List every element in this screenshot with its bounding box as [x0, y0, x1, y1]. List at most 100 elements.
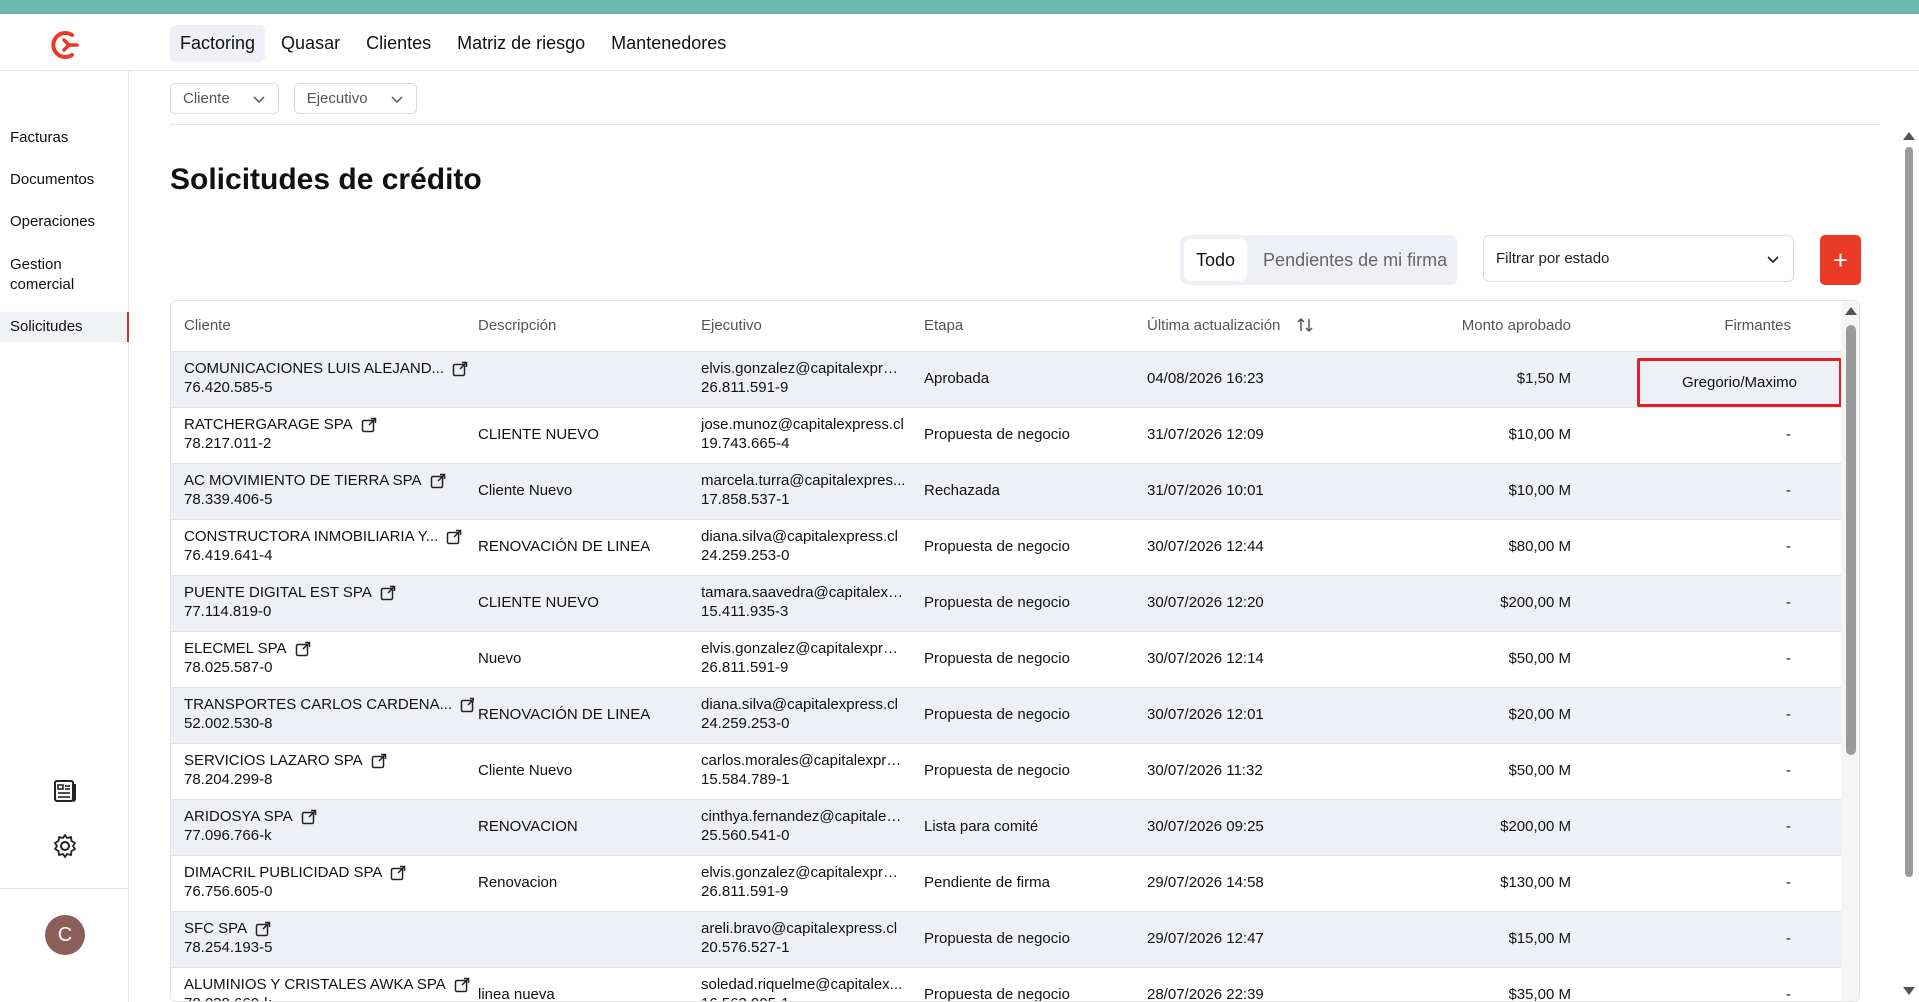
col-monto-aprobado[interactable]: Monto aprobado	[1371, 317, 1571, 334]
scroll-up-arrow[interactable]	[1845, 307, 1857, 315]
cliente-name[interactable]: SERVICIOS LAZARO SPA	[184, 752, 363, 769]
external-link-icon[interactable]	[361, 417, 377, 433]
tab-todo[interactable]: Todo	[1184, 239, 1248, 281]
cliente-name[interactable]: COMUNICACIONES LUIS ALEJAND...	[184, 360, 444, 377]
monto-cell: $1,50 M	[1516, 370, 1571, 387]
external-link-icon[interactable]	[380, 585, 396, 601]
col-firmantes[interactable]: Firmantes	[1641, 317, 1791, 334]
nav-quasar[interactable]: Quasar	[271, 25, 350, 62]
firmantes-cell: -	[1786, 482, 1791, 499]
table-row[interactable]: AC MOVIMIENTO DE TIERRA SPA 78.339.406-5 C…	[171, 463, 1841, 519]
state-filter-select[interactable]: Filtrar por estado	[1483, 235, 1794, 282]
page-scrollbar[interactable]	[1898, 125, 1919, 1002]
table-row[interactable]: CONSTRUCTORA INMOBILIARIA Y... 76.419.641…	[171, 519, 1841, 575]
scroll-down-arrow[interactable]	[1903, 987, 1915, 995]
external-link-icon[interactable]	[454, 977, 470, 993]
nav-mantenedores[interactable]: Mantenedores	[601, 25, 736, 62]
table-row[interactable]: SERVICIOS LAZARO SPA 78.204.299-8 Cliente …	[171, 743, 1841, 799]
col-cliente[interactable]: Cliente	[184, 317, 231, 334]
ejecutivo-rut: 26.811.591-9	[701, 883, 789, 900]
ejecutivo-filter[interactable]: Ejecutivo	[293, 83, 417, 114]
descripcion-cell: CLIENTE NUEVO	[478, 426, 599, 443]
scroll-up-arrow[interactable]	[1903, 132, 1915, 140]
col-etapa[interactable]: Etapa	[924, 317, 963, 334]
external-link-icon[interactable]	[255, 921, 271, 937]
table-scrollbar-thumb[interactable]	[1846, 325, 1856, 755]
external-link-icon[interactable]	[301, 809, 317, 825]
firmantes-highlight[interactable]: Gregorio/Maximo	[1637, 358, 1842, 407]
external-link-icon[interactable]	[430, 473, 446, 489]
cliente-cell: ELECMEL SPA 78.025.587-0	[184, 640, 474, 676]
descripcion-cell: linea nueva	[478, 986, 555, 1002]
fecha-cell: 28/07/2026 22:39	[1147, 986, 1264, 1002]
cliente-rut: 78.254.193-5	[184, 939, 273, 956]
sidebar-item-documentos[interactable]: Documentos	[10, 170, 94, 190]
cliente-name[interactable]: CONSTRUCTORA INMOBILIARIA Y...	[184, 528, 438, 545]
table-row[interactable]: DIMACRIL PUBLICIDAD SPA 76.756.605-0 Renov…	[171, 855, 1841, 911]
ejecutivo-rut: 26.811.591-9	[701, 659, 789, 676]
monto-cell: $15,00 M	[1508, 930, 1571, 947]
ejecutivo-cell: tamara.saavedra@capitalexp... 15.411.935-…	[701, 584, 906, 620]
monto-cell: $35,00 M	[1508, 986, 1571, 1002]
table-row[interactable]: SFC SPA 78.254.193-5 areli.bravo@capitalex…	[171, 911, 1841, 967]
sidebar-item-gestion-comercial[interactable]: Gestion comercial	[10, 255, 90, 295]
cliente-cell: COMUNICACIONES LUIS ALEJAND... 76.420.585…	[184, 360, 474, 396]
nav-factoring[interactable]: Factoring	[170, 25, 266, 62]
ejecutivo-email: areli.bravo@capitalexpress.cl	[701, 920, 898, 937]
fecha-cell: 31/07/2026 10:01	[1147, 482, 1264, 499]
external-link-icon[interactable]	[452, 361, 468, 377]
col-descripcion[interactable]: Descripción	[478, 317, 556, 334]
external-link-icon[interactable]	[446, 529, 462, 545]
ejecutivo-cell: cinthya.fernandez@capitalex... 25.560.541…	[701, 808, 906, 844]
cliente-name[interactable]: DIMACRIL PUBLICIDAD SPA	[184, 864, 382, 881]
ejecutivo-rut: 19.743.665-4	[701, 435, 790, 452]
table-row[interactable]: ALUMINIOS Y CRISTALES AWKA SPA 78.038.660…	[171, 967, 1841, 1002]
external-link-icon[interactable]	[390, 865, 406, 881]
etapa-cell: Aprobada	[924, 370, 990, 387]
fecha-cell: 30/07/2026 09:25	[1147, 818, 1264, 835]
sidebar-item-solicitudes[interactable]: Solicitudes	[0, 312, 129, 342]
table-row[interactable]: TRANSPORTES CARLOS CARDENA... 52.002.530-…	[171, 687, 1841, 743]
monto-cell: $200,00 M	[1500, 818, 1571, 835]
cliente-name[interactable]: TRANSPORTES CARLOS CARDENA...	[184, 696, 452, 713]
cliente-name[interactable]: ARIDOSYA SPA	[184, 808, 293, 825]
table-row[interactable]: COMUNICACIONES LUIS ALEJAND... 76.420.585…	[171, 351, 1841, 407]
ejecutivo-cell: elvis.gonzalez@capitalexpres... 26.811.59…	[701, 360, 906, 396]
cliente-name[interactable]: AC MOVIMIENTO DE TIERRA SPA	[184, 472, 422, 489]
external-link-icon[interactable]	[460, 697, 474, 713]
table-row[interactable]: ELECMEL SPA 78.025.587-0 Nuevo elvis.gonzal…	[171, 631, 1841, 687]
document-list-icon[interactable]	[52, 778, 78, 804]
nav-matriz-de-riesgo[interactable]: Matriz de riesgo	[447, 25, 595, 62]
table-row[interactable]: RATCHERGARAGE SPA 78.217.011-2 CLIENTE NUE…	[171, 407, 1841, 463]
tab-pendientes-de-mi-firma[interactable]: Pendientes de mi firma	[1251, 239, 1459, 281]
cliente-name[interactable]: SFC SPA	[184, 920, 247, 937]
external-link-icon[interactable]	[295, 641, 311, 657]
nav-clientes[interactable]: Clientes	[356, 25, 441, 62]
gear-icon[interactable]	[52, 833, 78, 859]
cliente-name[interactable]: RATCHERGARAGE SPA	[184, 416, 353, 433]
firmantes-cell: -	[1786, 930, 1791, 947]
cliente-filter[interactable]: Cliente	[170, 83, 279, 114]
ejecutivo-rut: 20.576.527-1	[701, 939, 790, 956]
avatar[interactable]: C	[45, 915, 85, 955]
table-row[interactable]: PUENTE DIGITAL EST SPA 77.114.819-0 CLIENT…	[171, 575, 1841, 631]
add-request-button[interactable]: +	[1820, 235, 1861, 285]
brand-logo[interactable]	[47, 28, 81, 62]
sidebar-item-facturas[interactable]: Facturas	[10, 128, 68, 148]
table-header: Cliente Descripción Ejecutivo Etapa Últi…	[171, 301, 1841, 351]
sort-icon[interactable]	[1296, 316, 1314, 334]
table-scrollbar[interactable]	[1841, 301, 1859, 1001]
ejecutivo-email: carlos.morales@capitalexpre...	[701, 752, 906, 769]
etapa-cell: Propuesta de negocio	[924, 930, 1070, 947]
col-ultima-actualizacion[interactable]: Última actualización	[1147, 317, 1280, 334]
page-scrollbar-thumb[interactable]	[1905, 147, 1913, 877]
ejecutivo-rut: 24.259.253-0	[701, 715, 790, 732]
cliente-name[interactable]: ALUMINIOS Y CRISTALES AWKA SPA	[184, 976, 446, 993]
sidebar-item-operaciones[interactable]: Operaciones	[10, 212, 95, 232]
table-row[interactable]: ARIDOSYA SPA 77.096.766-k RENOVACION cinthy…	[171, 799, 1841, 855]
cliente-name[interactable]: PUENTE DIGITAL EST SPA	[184, 584, 372, 601]
cliente-name[interactable]: ELECMEL SPA	[184, 640, 287, 657]
external-link-icon[interactable]	[371, 753, 387, 769]
fecha-cell: 30/07/2026 11:32	[1147, 762, 1263, 779]
col-ejecutivo[interactable]: Ejecutivo	[701, 317, 762, 334]
